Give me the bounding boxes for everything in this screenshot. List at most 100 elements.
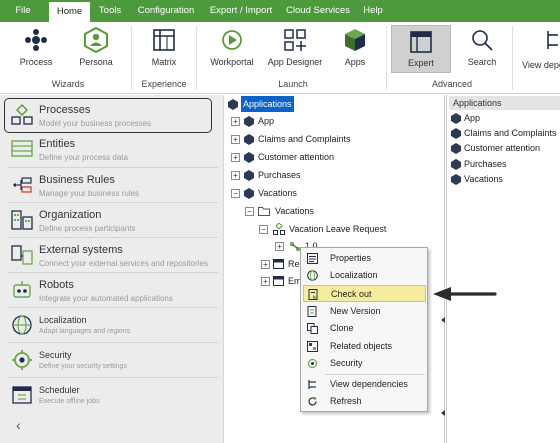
menu-item-related-objects[interactable]: Related objects — [303, 338, 426, 355]
menu-item-security[interactable]: Security — [303, 355, 426, 372]
nav-item-subtitle: Manage your business rules — [39, 189, 140, 198]
folder-icon — [258, 207, 270, 216]
tab-home[interactable]: Home — [49, 2, 90, 23]
cube-icon — [244, 188, 254, 199]
nav-item-scheduler[interactable]: Scheduler Execute offline jobs — [0, 378, 224, 412]
workportal-button[interactable]: Workportal — [202, 24, 262, 74]
nav-item-title: Robots — [39, 279, 74, 291]
menu-item-new-version[interactable]: New Version — [303, 303, 426, 320]
menu-item-localization[interactable]: Localization — [303, 267, 426, 284]
tree-node-label: Customer attention — [258, 152, 335, 162]
nav-item-localization[interactable]: Localization Adapt languages and regions — [0, 308, 224, 342]
expert-label: Expert — [407, 58, 434, 68]
nav-item-external-systems[interactable]: External systems Connect your external s… — [0, 238, 224, 272]
expand-icon[interactable]: + — [231, 135, 240, 144]
nav-item-processes[interactable]: Processes Model your business processes — [4, 98, 212, 133]
robots-icon — [13, 281, 31, 298]
localization-icon — [307, 270, 318, 281]
nav-item-subtitle: Define your security settings — [39, 363, 127, 370]
tab-help[interactable]: Help — [358, 0, 388, 22]
expert-button[interactable]: Expert — [391, 25, 451, 73]
expand-icon[interactable]: + — [231, 171, 240, 180]
apps-icon — [345, 29, 365, 51]
apps-button[interactable]: Apps — [330, 24, 380, 74]
tree-node-label: Applications — [241, 96, 294, 112]
view-dependencies-icon — [308, 380, 316, 389]
cube-icon — [451, 113, 461, 124]
nav-item-robots[interactable]: Robots Integrate your automated applicat… — [0, 273, 224, 307]
ribbon-separator — [196, 26, 197, 90]
tab-configuration[interactable]: Configuration — [132, 0, 200, 22]
ribbon-separator — [386, 26, 387, 90]
detail-pane: Applications App Claims and Complaints C… — [446, 95, 560, 443]
context-menu: Properties Localization Check out New Ve… — [300, 247, 428, 412]
collapse-icon[interactable]: − — [245, 207, 254, 216]
collapse-arrow-icon — [441, 410, 445, 416]
collapse-nav-button[interactable]: ‹ — [16, 417, 30, 433]
matrix-button[interactable]: Matrix — [138, 24, 190, 74]
cube-icon — [244, 170, 254, 181]
process-button[interactable]: Process — [8, 24, 64, 74]
nav-item-subtitle: Integrate your automated applications — [39, 294, 173, 303]
nav-item-title: Organization — [39, 209, 102, 221]
nav-item-business-rules[interactable]: Business Rules Manage your business rule… — [0, 168, 224, 202]
nav-item-subtitle: Adapt languages and regions — [39, 328, 131, 335]
list-item-label: Purchases — [464, 159, 507, 169]
refresh-icon — [308, 396, 317, 406]
nav-item-entities[interactable]: Entities Define your process data — [0, 132, 224, 166]
cube-icon — [244, 134, 254, 145]
expand-icon[interactable]: + — [231, 117, 240, 126]
tab-file[interactable]: File — [6, 0, 40, 22]
nav-item-security[interactable]: Security Define your security settings — [0, 343, 224, 377]
tab-tools[interactable]: Tools — [92, 0, 128, 22]
menu-item-refresh[interactable]: Refresh — [303, 393, 426, 410]
tab-export-import[interactable]: Export / Import — [204, 0, 278, 22]
list-item-label: App — [464, 113, 481, 123]
menu-item-check-out[interactable]: Check out — [303, 285, 426, 302]
search-button[interactable]: Search — [456, 24, 508, 74]
pane-splitter[interactable] — [441, 95, 445, 443]
expand-icon[interactable]: + — [261, 277, 270, 286]
cube-icon — [451, 143, 461, 154]
tree-node-label: Vacations — [275, 206, 314, 216]
menu-item-label: Clone — [330, 323, 354, 333]
menu-item-clone[interactable]: Clone — [303, 320, 426, 337]
nav-item-organization[interactable]: Organization Define process participants — [0, 203, 224, 237]
app-designer-button[interactable]: App Designer — [264, 24, 326, 74]
menu-item-properties[interactable]: Properties — [303, 250, 426, 267]
menu-item-view-dependencies[interactable]: View dependencies — [303, 376, 426, 393]
nav-item-subtitle: Define process participants — [39, 224, 136, 233]
view-dependencies-icon — [547, 31, 558, 49]
cube-icon — [451, 174, 461, 185]
menu-item-label: New Version — [330, 306, 381, 316]
ribbon-separator — [131, 26, 132, 90]
collapse-icon[interactable]: − — [259, 225, 268, 234]
expand-icon[interactable]: + — [231, 153, 240, 162]
menu-item-label: Check out — [331, 289, 372, 299]
tab-cloud-services[interactable]: Cloud Services — [283, 0, 353, 22]
menu-item-label: Properties — [330, 253, 372, 263]
apps-label: Apps — [344, 57, 366, 67]
persona-button[interactable]: Persona — [68, 24, 124, 74]
cube-icon — [451, 159, 461, 170]
view-dependencies-button[interactable]: View depe — [520, 24, 560, 74]
tree-node-label: Vacations — [258, 188, 297, 198]
search-label: Search — [467, 57, 497, 67]
detail-pane-header: Applications — [449, 96, 560, 110]
experience-group-label: Experience — [141, 79, 187, 89]
view-dependencies-label: View depe — [522, 60, 560, 70]
process-node-icon — [273, 223, 285, 235]
matrix-label: Matrix — [151, 57, 177, 67]
tree-node-label: App — [258, 116, 275, 126]
ribbon: Process Persona Wizards Matrix Experienc… — [0, 22, 560, 94]
expand-icon[interactable]: + — [261, 260, 270, 269]
nav-item-title: Entities — [39, 138, 76, 150]
collapse-icon[interactable]: − — [231, 189, 240, 198]
nav-item-title: Localization — [39, 315, 87, 325]
security-icon — [307, 358, 318, 369]
collapse-arrow-icon — [441, 317, 445, 323]
expand-icon[interactable]: + — [275, 242, 284, 251]
menu-separator — [325, 374, 425, 375]
nav-item-title: Processes — [39, 104, 91, 116]
clone-icon — [307, 323, 318, 334]
